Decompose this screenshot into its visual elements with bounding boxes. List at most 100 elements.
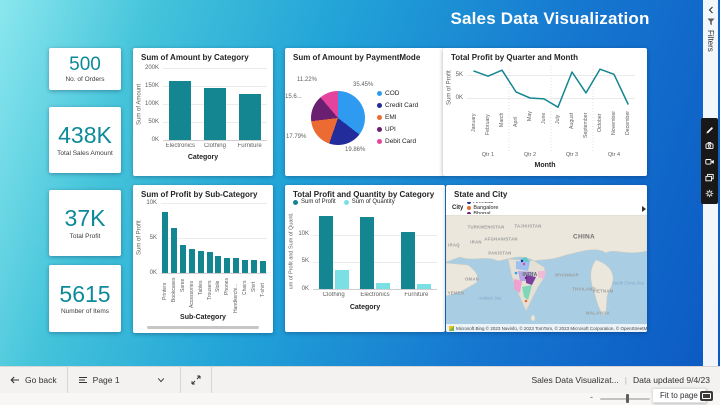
map-area[interactable]: TURKMENISTANTAJIKISTANIRAQIRANAFGHANISTA… bbox=[446, 215, 647, 332]
country-label: TAJIKISTAN bbox=[514, 224, 541, 229]
pen-icon[interactable] bbox=[705, 125, 714, 134]
kpi-value: 500 bbox=[69, 55, 101, 75]
filters-pane-label: Filters bbox=[706, 30, 715, 52]
bar[interactable] bbox=[242, 260, 248, 273]
month-label: July bbox=[555, 114, 561, 123]
bar[interactable] bbox=[401, 232, 415, 289]
zoom-out-button[interactable]: - bbox=[590, 392, 593, 402]
axis-tick: 100K bbox=[139, 101, 159, 107]
chart-profit-by-subcategory: Sum of Profit by Sub-Category Sum of Pro… bbox=[133, 185, 273, 333]
legend-dot bbox=[467, 206, 471, 210]
resize-view-button[interactable] bbox=[181, 367, 211, 393]
bar[interactable] bbox=[251, 260, 257, 273]
country-label: MYANMAR bbox=[555, 273, 579, 278]
legend-dot bbox=[377, 115, 382, 120]
month-label: August bbox=[569, 113, 575, 129]
axis-tick: 0K bbox=[137, 270, 157, 276]
zoom-slider-handle[interactable] bbox=[626, 394, 629, 403]
dashboard-canvas: Sales Data Visualization 500 No. of Orde… bbox=[0, 0, 720, 405]
category-label: Printers bbox=[162, 283, 168, 300]
diagonal-arrows-icon bbox=[191, 375, 201, 385]
city-legend-item[interactable]: Bhopal bbox=[467, 211, 503, 214]
bar[interactable] bbox=[215, 256, 221, 274]
legend-item[interactable]: EMI bbox=[377, 114, 397, 121]
bar[interactable] bbox=[224, 258, 230, 273]
chart-amount-by-paymentmode: Sum of Amount by PaymentMode 35.45%19.86… bbox=[285, 48, 445, 176]
chevron-left-icon[interactable] bbox=[707, 6, 715, 14]
month-label: May bbox=[527, 111, 533, 121]
bar[interactable] bbox=[260, 261, 266, 273]
bar[interactable] bbox=[204, 88, 226, 140]
zoom-slider-track[interactable] bbox=[600, 398, 650, 400]
bar[interactable] bbox=[239, 94, 261, 140]
bar[interactable] bbox=[376, 283, 390, 289]
legend-label: Sum of Quantity bbox=[352, 199, 395, 205]
bar[interactable] bbox=[162, 212, 168, 273]
bar[interactable] bbox=[171, 228, 177, 274]
horizontal-scrollbar[interactable] bbox=[147, 326, 259, 329]
legend-item[interactable]: UPI bbox=[377, 126, 396, 133]
bar[interactable] bbox=[417, 284, 431, 289]
go-back-button[interactable]: Go back bbox=[0, 367, 67, 393]
quarter-label: Qtr 2 bbox=[516, 152, 544, 158]
side-toolbar bbox=[701, 118, 718, 204]
footer-bar: Go back Page 1 Sales Data Visualizat... … bbox=[0, 366, 720, 393]
country-label: YEMEN bbox=[448, 291, 464, 296]
month-label: December bbox=[625, 111, 631, 135]
camera-icon[interactable] bbox=[705, 141, 714, 150]
legend-label: Sum of Profit bbox=[301, 199, 336, 205]
bar[interactable] bbox=[319, 216, 333, 289]
gear-icon[interactable] bbox=[705, 189, 714, 198]
x-axis-line bbox=[161, 273, 267, 274]
kpi-card-orders: 500 No. of Orders bbox=[49, 48, 121, 90]
bar[interactable] bbox=[233, 258, 239, 273]
x-axis-label: Category bbox=[285, 304, 445, 311]
map-attribution: Microsoft Bing © 2023 Navinfo, © 2023 To… bbox=[446, 324, 647, 332]
back-arrow-icon bbox=[10, 375, 20, 385]
plot-area: 0K5KJanuaryFebruaryMarchAprilMayJuneJuly… bbox=[443, 48, 647, 176]
legend-label: Debit Card bbox=[385, 138, 416, 145]
month-label: April bbox=[513, 116, 519, 126]
axis-tick: 50K bbox=[139, 119, 159, 125]
category-label: Tables bbox=[198, 280, 204, 294]
page-selector[interactable]: Page 1 bbox=[68, 367, 180, 393]
country-label: MALAYSIA bbox=[586, 311, 610, 316]
video-icon[interactable] bbox=[705, 157, 714, 166]
legend-label: Credit Card bbox=[385, 102, 418, 109]
legend-dot bbox=[467, 202, 471, 204]
pie-percent-label: 15.6... bbox=[285, 94, 302, 100]
legend-item[interactable]: Debit Card bbox=[377, 138, 416, 145]
chart-profit-quantity-by-category: Total Profit and Quantity by Category Su… bbox=[285, 185, 445, 332]
legend-item[interactable]: COD bbox=[377, 90, 399, 97]
kpi-label: Total Profit bbox=[70, 233, 101, 240]
month-label: October bbox=[597, 114, 603, 132]
legend-title: City bbox=[452, 205, 463, 211]
bar[interactable] bbox=[180, 245, 186, 273]
plot-area: 0K5K10KPrintersBookcasesSareeAccessories… bbox=[133, 185, 273, 333]
month-label: March bbox=[499, 112, 505, 126]
pie-chart[interactable] bbox=[311, 91, 365, 145]
fit-to-page-button[interactable] bbox=[700, 391, 713, 401]
chart-legend: Sum of Profit Sum of Quantity bbox=[293, 199, 403, 205]
quarter-label: Qtr 1 bbox=[474, 152, 502, 158]
bing-logo-icon bbox=[449, 326, 454, 331]
legend-item[interactable]: Credit Card bbox=[377, 102, 418, 109]
bar[interactable] bbox=[207, 252, 213, 273]
axis-tick: 10K bbox=[289, 231, 309, 237]
plot-area: 35.45%19.86%17.79%15.6...11.22%CODCredit… bbox=[285, 48, 445, 176]
bar[interactable] bbox=[189, 249, 195, 273]
month-label: February bbox=[485, 114, 491, 135]
bar[interactable] bbox=[360, 217, 374, 289]
x-axis-line bbox=[313, 289, 437, 290]
legend-scroll-right-icon[interactable] bbox=[642, 206, 646, 212]
category-label: Saree bbox=[180, 279, 186, 292]
bar[interactable] bbox=[169, 81, 191, 140]
divider bbox=[211, 367, 212, 393]
bar[interactable] bbox=[335, 270, 349, 289]
category-label: Electronics bbox=[163, 143, 198, 149]
chart-amount-by-category: Sum of Amount by Category Sum of Amount … bbox=[133, 48, 273, 176]
category-label: Stole bbox=[215, 281, 221, 292]
window-icon[interactable] bbox=[705, 173, 714, 182]
kpi-label: No. of Orders bbox=[65, 76, 104, 83]
bar[interactable] bbox=[198, 251, 204, 273]
